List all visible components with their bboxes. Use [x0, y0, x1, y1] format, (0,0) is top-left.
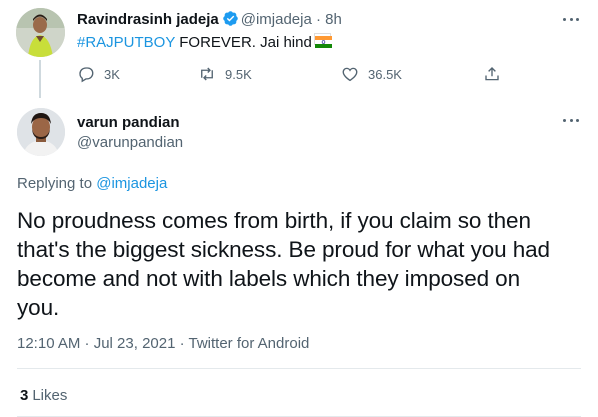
tweet-actions: 3K 9.5K 36.5K	[77, 63, 537, 85]
verified-badge-icon	[222, 10, 239, 27]
retweet-button[interactable]: 9.5K	[198, 63, 252, 85]
separator: ·	[315, 11, 321, 28]
avatar[interactable]	[17, 108, 65, 156]
like-button[interactable]: 36.5K	[341, 63, 402, 85]
share-icon	[485, 67, 499, 81]
retweet-count: 9.5K	[225, 66, 252, 82]
likes-count: 3	[20, 387, 29, 404]
tweet-text-body: FOREVER. Jai hind	[175, 34, 312, 51]
retweet-icon	[201, 67, 213, 81]
reply-icon	[79, 67, 94, 83]
mention-link[interactable]: @imjadeja	[96, 175, 167, 192]
likes-stat[interactable]: 3 Likes	[20, 386, 67, 406]
more-options-icon[interactable]	[560, 115, 582, 125]
share-button[interactable]	[483, 63, 501, 85]
india-flag-icon	[313, 33, 332, 48]
tweet-header: Ravindrasinh jadeja @imjadeja · 8h	[77, 10, 342, 30]
reply-button[interactable]: 3K	[77, 63, 120, 85]
heart-icon	[342, 67, 358, 82]
replying-to: Replying to @imjadeja	[17, 174, 167, 194]
replying-to-label: Replying to	[17, 175, 93, 192]
tweet-timestamp[interactable]: 12:10 AM · Jul 23, 2021 · Twitter for An…	[17, 334, 309, 354]
tweet-thread: Ravindrasinh jadeja @imjadeja · 8h #RAJPU…	[0, 0, 598, 417]
tweet-time[interactable]: 8h	[325, 11, 342, 28]
author-name[interactable]: varun pandian	[77, 113, 180, 133]
reply-count: 3K	[104, 66, 120, 82]
thread-connector	[39, 60, 41, 98]
author-handle[interactable]: @varunpandian	[77, 133, 183, 153]
tweet-text: No proudness comes from birth, if you cl…	[17, 208, 550, 320]
author-handle[interactable]: @imjadeja	[241, 11, 312, 28]
like-count: 36.5K	[368, 66, 402, 82]
quoted-tweet[interactable]: Ravindrasinh jadeja @imjadeja · 8h #RAJPU…	[0, 0, 598, 98]
likes-label: Likes	[32, 387, 68, 404]
more-options-icon[interactable]	[560, 14, 582, 24]
avatar[interactable]	[16, 8, 65, 57]
tweet-text: #RAJPUTBOY FOREVER. Jai hind	[77, 33, 332, 53]
divider	[17, 368, 581, 369]
hashtag-link[interactable]: #RAJPUTBOY	[77, 34, 175, 51]
author-name[interactable]: Ravindrasinh jadeja	[77, 11, 219, 28]
